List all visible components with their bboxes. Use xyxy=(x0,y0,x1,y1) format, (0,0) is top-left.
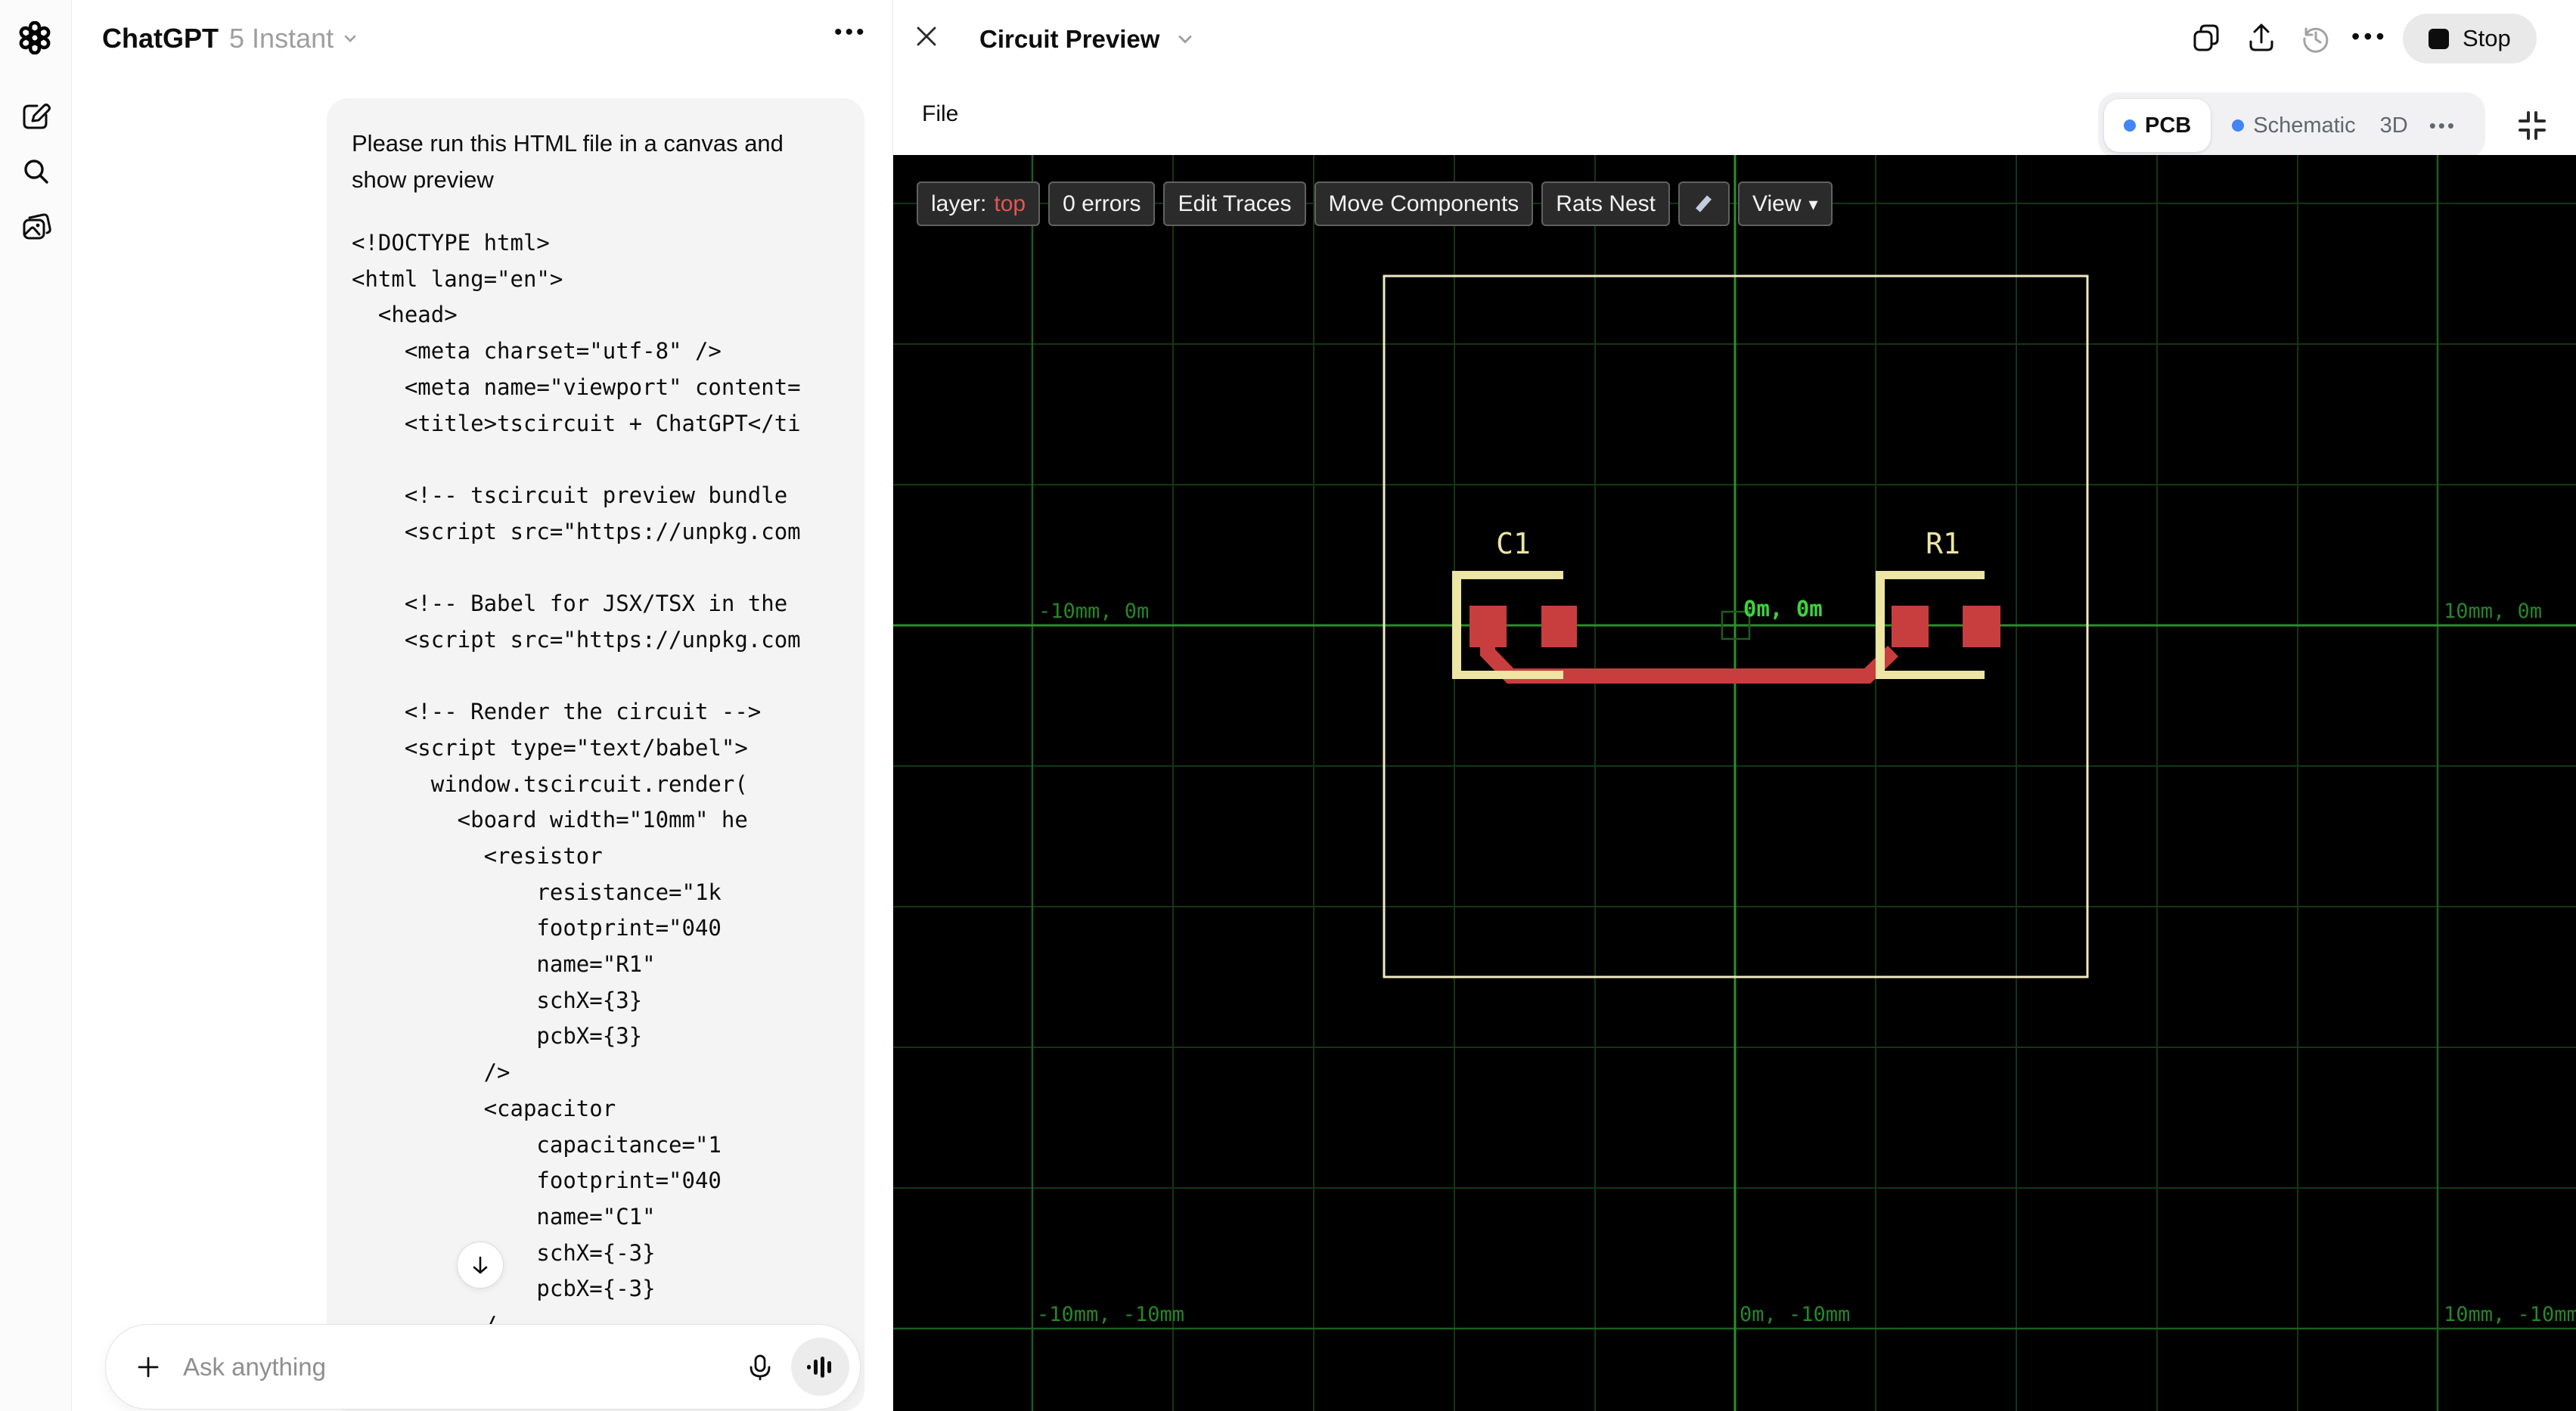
r1-label: R1 xyxy=(1926,527,1960,560)
new-chat-icon[interactable] xyxy=(19,100,52,133)
mic-icon[interactable] xyxy=(746,1353,774,1382)
canvas-panel: Circuit Preview ••• Stop File PCB Schema… xyxy=(892,0,2576,1411)
pcb-dot-icon xyxy=(2124,119,2136,132)
title-chevron-down-icon[interactable] xyxy=(1175,29,1196,50)
pencil-tool-button[interactable] xyxy=(1678,181,1730,226)
stop-button[interactable]: Stop xyxy=(2403,14,2537,64)
down-arrow-icon xyxy=(473,1256,488,1274)
stop-square-icon xyxy=(2429,28,2449,49)
model-name: 5 Instant xyxy=(229,23,334,54)
view-caret-icon: ▾ xyxy=(1808,193,1818,215)
chevron-down-icon xyxy=(344,35,356,42)
file-menu[interactable]: File xyxy=(922,101,958,127)
schematic-dot-icon xyxy=(2232,119,2245,132)
collapse-icon[interactable] xyxy=(2511,104,2553,147)
coord-label-bottom-right: 10mm, -10mm xyxy=(2444,1303,2576,1326)
voice-mode-button[interactable] xyxy=(791,1338,849,1396)
pcb-toolbar: layer: top 0 errors Edit Traces Move Com… xyxy=(917,181,1833,226)
coord-label-right-x: 10mm, 0m xyxy=(2444,600,2542,623)
chat-panel: ChatGPT 5 Instant ••• Please run this HT… xyxy=(72,0,892,1411)
edit-traces-button[interactable]: Edit Traces xyxy=(1163,181,1306,226)
errors-button[interactable]: 0 errors xyxy=(1048,181,1156,226)
panel-title-text: Circuit Preview xyxy=(979,25,1160,53)
code-block: <!DOCTYPE html> <html lang="en"> <head> … xyxy=(352,230,801,1338)
view-tabs: PCB Schematic 3D ••• xyxy=(2098,92,2485,159)
library-icon[interactable] xyxy=(19,210,52,243)
audio-wave-icon xyxy=(806,1356,831,1378)
panel-overflow-menu-icon[interactable]: ••• xyxy=(2351,23,2388,51)
close-icon[interactable] xyxy=(913,23,946,56)
layer-button[interactable]: layer: top xyxy=(917,181,1041,226)
share-icon[interactable] xyxy=(2244,21,2279,56)
panel-title: Circuit Preview xyxy=(979,25,1196,54)
tab-3d[interactable]: 3D xyxy=(2380,113,2408,138)
tabs-overflow-icon[interactable]: ••• xyxy=(2429,114,2457,138)
user-message-bubble: Please run this HTML file in a canvas an… xyxy=(327,98,864,1411)
tab-pcb[interactable]: PCB xyxy=(2104,99,2211,152)
composer xyxy=(105,1324,861,1409)
pencil-icon xyxy=(1696,194,1712,212)
pcb-canvas[interactable]: C1 R1 0m, 0m -10mm, 0m 10mm, 0m -10mm, -… xyxy=(893,155,2576,1411)
scroll-to-bottom-button[interactable] xyxy=(457,1242,504,1289)
search-icon[interactable] xyxy=(19,154,52,188)
tab-schematic[interactable]: Schematic xyxy=(2232,113,2356,138)
history-icon[interactable] xyxy=(2298,21,2333,56)
coord-label-bottom-left: -10mm, -10mm xyxy=(1037,1303,1184,1326)
app-title: ChatGPT xyxy=(102,23,219,54)
message-input[interactable] xyxy=(182,1351,746,1382)
c1-label: C1 xyxy=(1496,527,1531,560)
copy-icon[interactable] xyxy=(2189,21,2224,56)
chatgpt-logo-icon[interactable] xyxy=(18,21,51,54)
view-dropdown-button[interactable]: View ▾ xyxy=(1738,181,1833,226)
user-message-text: Please run this HTML file in a canvas an… xyxy=(352,130,784,193)
layer-value: top xyxy=(994,191,1026,216)
stop-label: Stop xyxy=(2463,25,2511,51)
coord-label-left-x: -10mm, 0m xyxy=(1038,600,1149,623)
move-components-button[interactable]: Move Components xyxy=(1314,181,1534,226)
chat-overflow-menu-icon[interactable]: ••• xyxy=(834,20,867,45)
model-selector[interactable]: ChatGPT 5 Instant xyxy=(102,23,359,54)
coord-label-bottom-center: 0m, -10mm xyxy=(1740,1303,1850,1326)
pcb-drawing: C1 R1 0m, 0m -10mm, 0m 10mm, 0m -10mm, -… xyxy=(893,155,2576,1411)
origin-label: 0m, 0m xyxy=(1743,596,1823,622)
rats-nest-button[interactable]: Rats Nest xyxy=(1541,181,1671,226)
sidebar xyxy=(0,0,72,1411)
attach-plus-icon[interactable] xyxy=(133,1352,163,1382)
